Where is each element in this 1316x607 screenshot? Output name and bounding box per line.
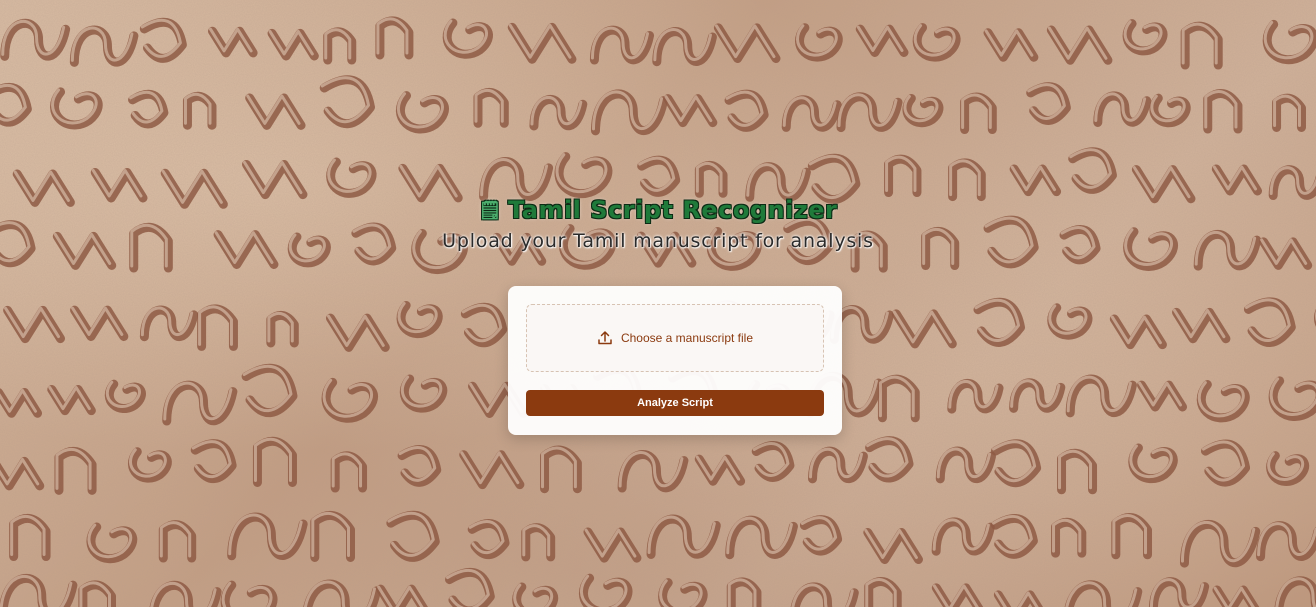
page-title-text: Tamil Script Recognizer [507, 196, 838, 224]
upload-card: Choose a manuscript file Analyze Script [508, 286, 842, 435]
scroll-icon: 🗒 [478, 200, 502, 221]
file-dropzone-label: Choose a manuscript file [620, 331, 754, 345]
page-subtitle: Upload your Tamil manuscript for analysi… [442, 230, 874, 252]
hero-header: 🗒 Tamil Script Recognizer Upload your Tam… [0, 196, 1316, 252]
upload-icon [598, 331, 612, 345]
file-dropzone[interactable]: Choose a manuscript file [526, 304, 824, 372]
analyze-script-button[interactable]: Analyze Script [526, 390, 824, 416]
page-title: 🗒 Tamil Script Recognizer [0, 196, 1316, 224]
